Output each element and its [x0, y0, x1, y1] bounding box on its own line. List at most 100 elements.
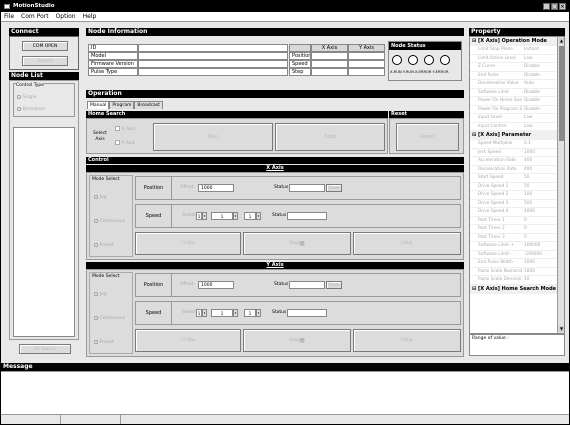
- property-row[interactable]: Deceleration Value Auto: [470, 80, 558, 89]
- menu-option[interactable]: Option: [56, 13, 76, 20]
- tab-manual[interactable]: Manual: [87, 101, 110, 109]
- property-value[interactable]: 0.1: [522, 140, 558, 148]
- property-row[interactable]: End Pulse Disable: [470, 72, 558, 80]
- reset-button[interactable]: Reset: [396, 123, 459, 151]
- property-value[interactable]: Disable: [522, 89, 558, 97]
- property-value[interactable]: Auto: [522, 80, 558, 88]
- property-value[interactable]: 1000: [522, 268, 558, 276]
- property-value[interactable]: Low: [522, 114, 558, 122]
- home-x-axis-checkbox[interactable]: X Axis: [115, 126, 135, 132]
- home-stop-button[interactable]: Stop: [275, 123, 385, 151]
- property-value[interactable]: 50: [522, 183, 558, 191]
- single-radio[interactable]: Single: [17, 94, 36, 100]
- property-row[interactable]: Deceleration Rate 400: [470, 166, 558, 174]
- broadcast-radio[interactable]: Broadcast: [17, 106, 45, 112]
- x-offset-input[interactable]: 1000: [198, 184, 234, 192]
- property-row[interactable]: Drive Speed 3 500: [470, 200, 558, 208]
- y-cw-button[interactable]: CW ✛: [353, 329, 461, 352]
- property-row[interactable]: Acceleration Rate 400: [470, 157, 558, 166]
- x-stop-button[interactable]: Stop ■: [243, 232, 351, 255]
- property-row[interactable]: Pulse Scale Numerator 1000: [470, 268, 558, 276]
- maximize-button[interactable]: □: [551, 3, 558, 10]
- y-speed-value-spinner[interactable]: 1 ▾: [211, 309, 238, 317]
- property-row[interactable]: Input Level Low: [470, 114, 558, 123]
- scroll-up-icon[interactable]: ▲: [559, 38, 564, 44]
- y-select-spinner[interactable]: 1 ▾: [196, 309, 207, 317]
- y-jog-radio[interactable]: Jog: [94, 291, 107, 297]
- property-grid[interactable]: ⊟ [X Axis] Operation Mode Limit Stop Mode…: [469, 36, 565, 334]
- x-cw-button[interactable]: CW ✛: [353, 232, 461, 255]
- property-value[interactable]: 1000: [522, 259, 558, 267]
- property-row[interactable]: Power On Program StartDisable: [470, 106, 558, 114]
- tab-broadcast[interactable]: Broadcast: [134, 101, 163, 109]
- property-category[interactable]: ⊟ [X Axis] Parameter: [470, 131, 558, 140]
- message-log[interactable]: [1, 371, 569, 414]
- property-row[interactable]: Software Limit Disable: [470, 89, 558, 97]
- property-value[interactable]: Disable: [522, 63, 558, 71]
- property-row[interactable]: Drive Speed 4 4000: [470, 208, 558, 217]
- property-value[interactable]: Low: [522, 123, 558, 131]
- y-speed-step-spinner[interactable]: 1 ▾: [244, 309, 261, 317]
- y-stop-button[interactable]: Stop ■: [243, 329, 351, 352]
- menu-help[interactable]: Help: [83, 13, 97, 20]
- property-value[interactable]: Disable: [522, 106, 558, 114]
- property-value[interactable]: 100000: [522, 242, 558, 250]
- property-row[interactable]: Pulse Scale Denominator10: [470, 276, 558, 285]
- property-row[interactable]: Jerk Speed 1000: [470, 149, 558, 157]
- property-row[interactable]: Post Timer 3 0: [470, 234, 558, 242]
- property-value[interactable]: 0: [522, 234, 558, 242]
- property-row[interactable]: Drive Speed 2 100: [470, 191, 558, 200]
- y-clear-button[interactable]: Clear: [326, 281, 342, 289]
- property-row[interactable]: Start Speed 50: [470, 174, 558, 183]
- property-row[interactable]: Z Curve Disable: [470, 63, 558, 72]
- home-run-button[interactable]: Run: [153, 123, 273, 151]
- x-jog-radio[interactable]: Jog: [94, 194, 107, 200]
- property-value[interactable]: Disable: [522, 97, 558, 105]
- scroll-down-icon[interactable]: ▼: [559, 326, 564, 332]
- property-row[interactable]: Limit Active Level Low: [470, 55, 558, 63]
- property-value[interactable]: 4000: [522, 208, 558, 216]
- property-row[interactable]: End Pulse Width 1000: [470, 259, 558, 268]
- io-status-button[interactable]: IO Status: [19, 344, 71, 354]
- x-ccw-button[interactable]: CCW ━: [135, 232, 241, 255]
- property-row[interactable]: Input Control Low: [470, 123, 558, 131]
- x-select-spinner[interactable]: 1 ▾: [196, 212, 207, 220]
- menu-com-port[interactable]: Com Port: [21, 13, 49, 20]
- property-category[interactable]: ⊟ [X Axis] Operation Mode: [470, 37, 558, 46]
- property-value[interactable]: 100: [522, 191, 558, 199]
- property-value[interactable]: 500: [522, 200, 558, 208]
- x-speed-step-spinner[interactable]: 1 ▾: [244, 212, 261, 220]
- property-row[interactable]: Software Limit - -100000: [470, 251, 558, 259]
- property-value[interactable]: Instant: [522, 46, 558, 54]
- y-continuous-radio[interactable]: Continuous: [94, 315, 125, 321]
- property-row[interactable]: Post Timer 1 0: [470, 217, 558, 225]
- property-value[interactable]: -100000: [522, 251, 558, 259]
- property-row[interactable]: Limit Stop Mode Instant: [470, 46, 558, 55]
- x-clear-button[interactable]: Clear: [326, 184, 342, 192]
- property-value[interactable]: 0: [522, 225, 558, 233]
- minimize-button[interactable]: _: [543, 3, 550, 10]
- x-continuous-radio[interactable]: Continuous: [94, 218, 125, 224]
- property-scrollbar[interactable]: ▲ ▼: [557, 37, 564, 333]
- tab-program[interactable]: Program: [109, 101, 135, 109]
- property-value[interactable]: 400: [522, 157, 558, 165]
- property-value[interactable]: 400: [522, 166, 558, 174]
- x-preset-radio[interactable]: Preset: [94, 242, 114, 248]
- property-value[interactable]: 1000: [522, 149, 558, 157]
- home-y-axis-checkbox[interactable]: Y Axis: [115, 140, 135, 146]
- com-open-button[interactable]: COM OPEN: [22, 41, 68, 51]
- x-speed-value-spinner[interactable]: 1 ▾: [211, 212, 238, 220]
- property-value[interactable]: 0: [522, 217, 558, 225]
- property-value[interactable]: 10: [522, 276, 558, 284]
- y-ccw-button[interactable]: CCW ━: [135, 329, 241, 352]
- scroll-thumb[interactable]: [559, 46, 564, 141]
- property-value[interactable]: 50: [522, 174, 558, 182]
- y-preset-radio[interactable]: Preset: [94, 339, 114, 345]
- property-value[interactable]: Low: [522, 55, 558, 63]
- property-row[interactable]: Speed Multiplier 0.1: [470, 140, 558, 149]
- node-list[interactable]: [13, 127, 75, 337]
- property-category[interactable]: ⊟ [X Axis] Home Search Mode: [470, 284, 558, 294]
- property-row[interactable]: Software Limit + 100000: [470, 242, 558, 251]
- property-row[interactable]: Power On Home SearchDisable: [470, 97, 558, 106]
- y-offset-input[interactable]: 1000: [198, 281, 234, 289]
